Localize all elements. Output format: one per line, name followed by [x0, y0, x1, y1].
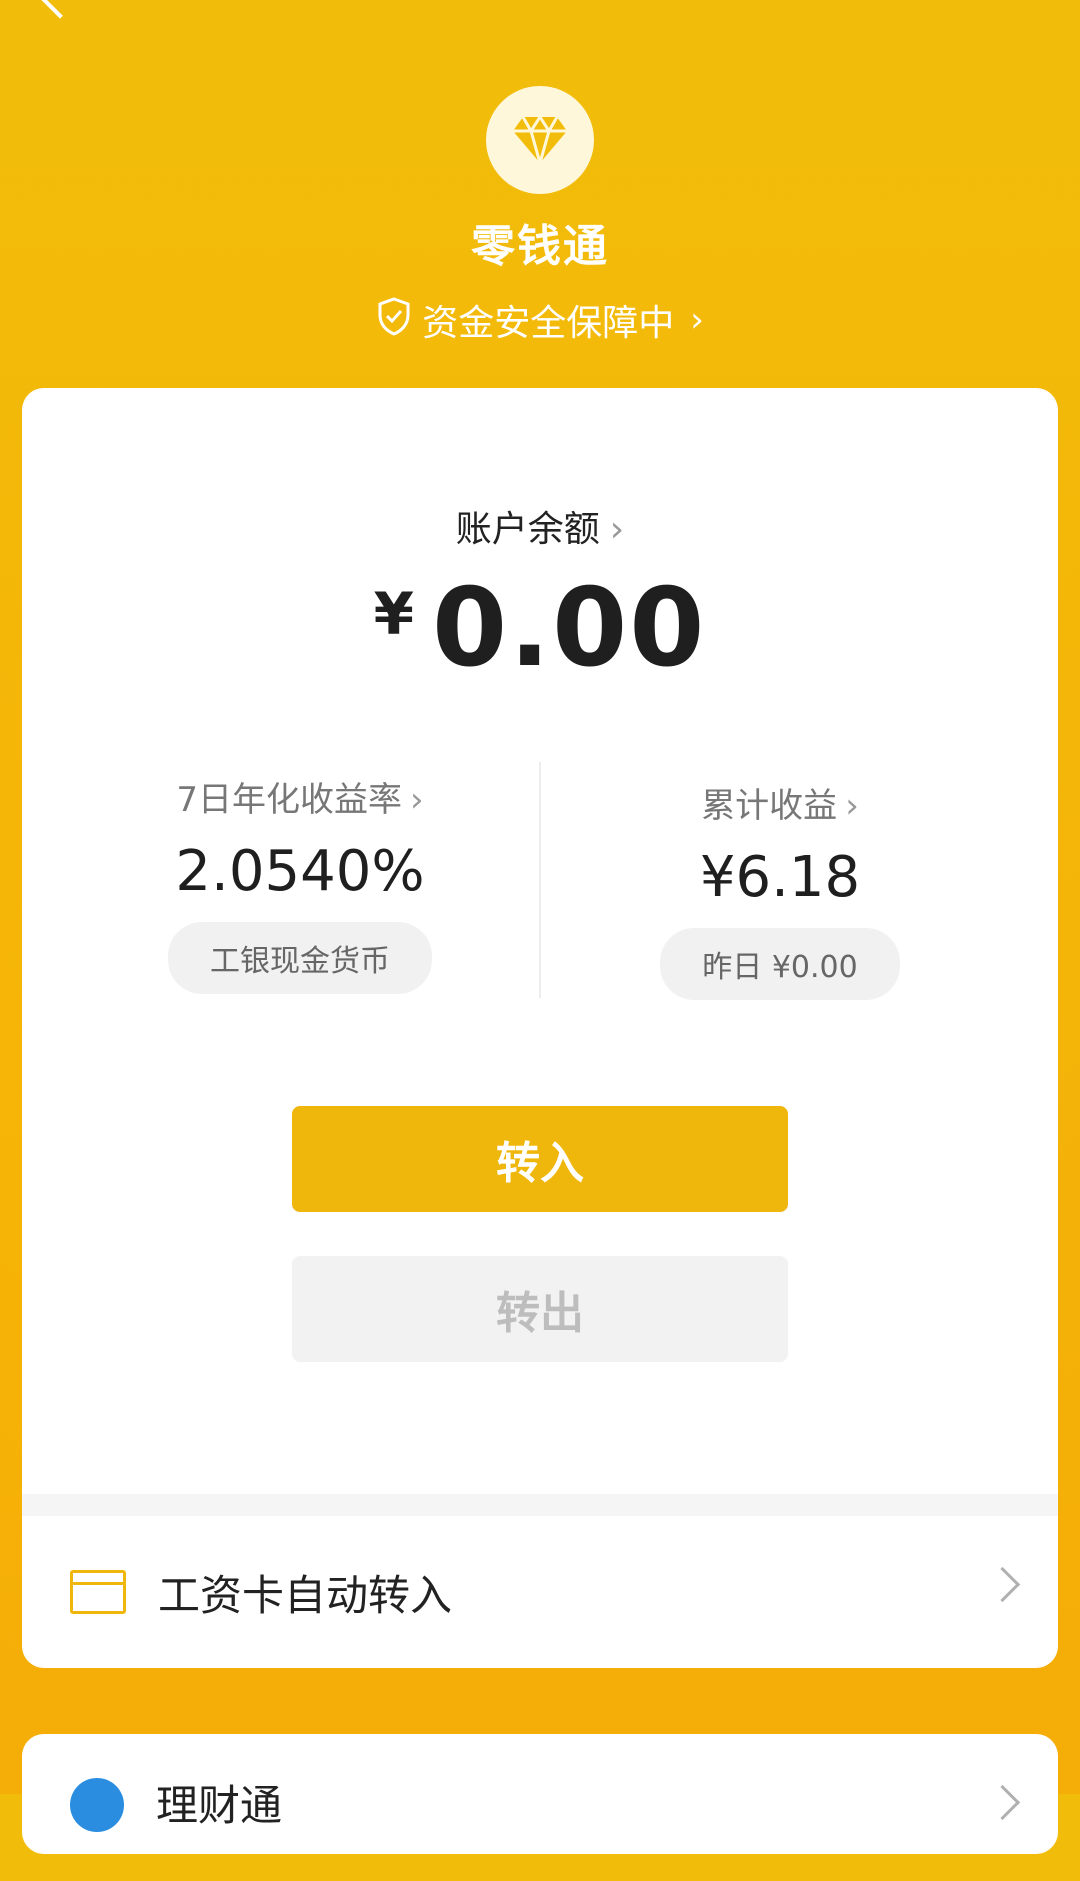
earnings-stat[interactable]: 累计收益 › ¥6.18 昨日 ¥0.00	[562, 778, 998, 1000]
yesterday-earnings-badge: 昨日 ¥0.00	[660, 928, 900, 1000]
earnings-label: 累计收益	[701, 786, 838, 826]
fund-name-badge: 工银现金货币	[168, 922, 432, 994]
card-icon	[70, 1570, 126, 1614]
balance-card: 账户余额 › ¥0.00 7日年化收益率 › 2.0540% 工银现金货币 累计收益…	[22, 388, 1058, 1668]
transfer-out-button[interactable]: 转出	[292, 1256, 788, 1362]
page-title: 零钱通	[471, 221, 609, 272]
yield-label: 7日年化收益率	[176, 780, 403, 820]
currency-symbol: ¥	[373, 580, 414, 648]
chevron-right-icon: ›	[845, 786, 859, 826]
safety-guarantee-link[interactable]: 资金安全保障中 ›	[0, 294, 1080, 346]
chevron-right-icon	[990, 1784, 1016, 1810]
balance-label: 账户余额	[455, 509, 600, 550]
licaitong-card[interactable]: 理财通	[22, 1734, 1058, 1854]
salary-auto-transfer-row[interactable]: 工资卡自动转入	[22, 1516, 1058, 1668]
shield-check-icon	[376, 296, 412, 345]
chevron-right-icon: ›	[609, 509, 625, 550]
back-button[interactable]	[30, 0, 80, 26]
licaitong-label: 理财通	[156, 1781, 283, 1830]
balance-label-link[interactable]: 账户余额 ›	[22, 500, 1058, 552]
yield-value: 2.0540%	[175, 839, 425, 904]
more-button[interactable]	[970, 0, 1040, 10]
transfer-in-button[interactable]: 转入	[292, 1106, 788, 1212]
salary-auto-transfer-label: 工资卡自动转入	[158, 1570, 453, 1620]
chevron-right-icon	[990, 1566, 1016, 1592]
balance-value: 0.00	[431, 566, 707, 691]
diamond-icon	[486, 86, 594, 194]
divider	[539, 762, 541, 998]
safety-text: 资金安全保障中	[422, 303, 675, 344]
yield-stat[interactable]: 7日年化收益率 › 2.0540% 工银现金货币	[82, 772, 518, 994]
chevron-right-icon: ›	[690, 300, 704, 340]
yield-label-row: 7日年化收益率 ›	[82, 772, 518, 821]
licaitong-icon	[70, 1778, 124, 1832]
balance-amount: ¥0.00	[22, 566, 1058, 691]
section-divider	[22, 1494, 1058, 1516]
chevron-right-icon: ›	[410, 780, 424, 820]
earnings-label-row: 累计收益 ›	[562, 778, 998, 827]
earnings-value: ¥6.18	[699, 845, 861, 910]
